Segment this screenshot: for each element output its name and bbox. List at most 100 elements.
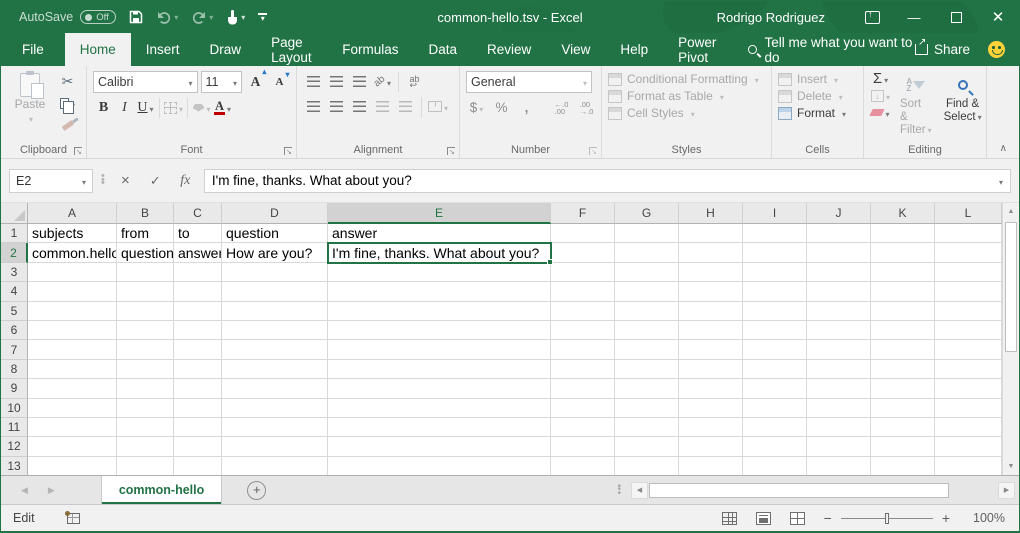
cell-F9[interactable] [551, 379, 615, 398]
number-dialog-launcher[interactable] [589, 147, 597, 155]
column-header-I[interactable]: I [743, 203, 807, 224]
cell-C1[interactable]: to [174, 224, 222, 243]
zoom-in-button[interactable]: + [942, 513, 950, 523]
cell-I13[interactable] [743, 457, 807, 475]
cell-E12[interactable] [328, 437, 551, 456]
cell-H3[interactable] [679, 263, 743, 282]
clipboard-dialog-launcher[interactable] [74, 147, 82, 155]
cell-K5[interactable] [871, 302, 935, 321]
cell-H12[interactable] [679, 437, 743, 456]
column-header-K[interactable]: K [871, 203, 935, 224]
cell-A3[interactable] [28, 263, 117, 282]
zoom-level[interactable]: 100% [969, 511, 1005, 525]
select-all-corner[interactable] [1, 203, 28, 224]
cell-C10[interactable] [174, 399, 222, 418]
maximize-button[interactable] [935, 1, 977, 33]
cell-G7[interactable] [615, 340, 679, 359]
cell-J6[interactable] [807, 321, 871, 340]
zoom-out-button[interactable]: − [824, 513, 832, 523]
row-header-13[interactable]: 13 [1, 457, 28, 475]
cell-L13[interactable] [935, 457, 1002, 475]
cell-A11[interactable] [28, 418, 117, 437]
tab-data[interactable]: Data [414, 33, 473, 66]
cell-G12[interactable] [615, 437, 679, 456]
cell-K4[interactable] [871, 282, 935, 301]
cell-H13[interactable] [679, 457, 743, 475]
column-header-A[interactable]: A [28, 203, 117, 224]
cell-A10[interactable] [28, 399, 117, 418]
cell-F6[interactable] [551, 321, 615, 340]
cell-D6[interactable] [222, 321, 328, 340]
scroll-up-arrow[interactable]: ▲ [1003, 203, 1019, 220]
feedback-smiley-button[interactable] [988, 41, 1005, 58]
insert-cells-button[interactable]: Insert [778, 72, 846, 86]
cell-J10[interactable] [807, 399, 871, 418]
cell-H1[interactable] [679, 224, 743, 243]
cell-L5[interactable] [935, 302, 1002, 321]
tab-scroll-split-handle[interactable]: ••• [617, 485, 621, 496]
cell-B3[interactable] [117, 263, 174, 282]
borders-button[interactable] [163, 97, 184, 118]
cell-K6[interactable] [871, 321, 935, 340]
cell-F12[interactable] [551, 437, 615, 456]
cell-J13[interactable] [807, 457, 871, 475]
font-dialog-launcher[interactable] [284, 147, 292, 155]
cell-F2[interactable] [551, 243, 615, 262]
autosum-button[interactable]: Σ [870, 71, 891, 86]
cell-C7[interactable] [174, 340, 222, 359]
accounting-format-button[interactable]: $ [466, 97, 487, 118]
tab-help[interactable]: Help [605, 33, 663, 66]
cell-J1[interactable] [807, 224, 871, 243]
cell-D5[interactable] [222, 302, 328, 321]
middle-align-button[interactable] [326, 71, 347, 92]
cell-F8[interactable] [551, 360, 615, 379]
cell-D8[interactable] [222, 360, 328, 379]
cell-C5[interactable] [174, 302, 222, 321]
cell-A13[interactable] [28, 457, 117, 475]
cell-L2[interactable] [935, 243, 1002, 262]
cell-D10[interactable] [222, 399, 328, 418]
page-layout-view-button[interactable] [756, 512, 771, 525]
cell-K7[interactable] [871, 340, 935, 359]
cell-H6[interactable] [679, 321, 743, 340]
sort-filter-button[interactable]: AZ Sort & Filter [897, 71, 935, 141]
cell-A5[interactable] [28, 302, 117, 321]
cell-B6[interactable] [117, 321, 174, 340]
enter-button[interactable]: ✓ [144, 169, 167, 193]
cell-A12[interactable] [28, 437, 117, 456]
merge-center-button[interactable] [427, 96, 449, 117]
cell-C3[interactable] [174, 263, 222, 282]
cell-J4[interactable] [807, 282, 871, 301]
cell-G2[interactable] [615, 243, 679, 262]
cell-E11[interactable] [328, 418, 551, 437]
cell-D13[interactable] [222, 457, 328, 475]
minimize-button[interactable]: — [893, 1, 935, 33]
cell-K2[interactable] [871, 243, 935, 262]
cell-J12[interactable] [807, 437, 871, 456]
autosave-toggle[interactable]: AutoSave Off [19, 10, 116, 24]
orientation-button[interactable]: ab [372, 71, 393, 92]
name-box[interactable]: E2 [9, 169, 93, 193]
percent-style-button[interactable]: % [491, 97, 512, 118]
cell-I12[interactable] [743, 437, 807, 456]
cell-B2[interactable]: question [117, 243, 174, 262]
cell-H10[interactable] [679, 399, 743, 418]
ribbon-display-options-button[interactable] [851, 1, 893, 33]
cell-K8[interactable] [871, 360, 935, 379]
fill-color-dropdown-icon[interactable] [205, 101, 211, 115]
cell-C13[interactable] [174, 457, 222, 475]
cell-L11[interactable] [935, 418, 1002, 437]
customize-qat-button[interactable]: ▾ [258, 13, 267, 21]
cell-L12[interactable] [935, 437, 1002, 456]
cell-I8[interactable] [743, 360, 807, 379]
cell-B10[interactable] [117, 399, 174, 418]
scroll-down-arrow[interactable]: ▼ [1003, 458, 1019, 475]
cell-C2[interactable]: answer [174, 243, 222, 262]
cell-L6[interactable] [935, 321, 1002, 340]
column-header-G[interactable]: G [615, 203, 679, 224]
expand-formula-bar-icon[interactable] [997, 173, 1003, 188]
row-header-4[interactable]: 4 [1, 282, 28, 301]
sheet-tab-common-hello[interactable]: common-hello [101, 476, 222, 504]
paste-button[interactable]: Paste [7, 71, 53, 141]
cell-D12[interactable] [222, 437, 328, 456]
